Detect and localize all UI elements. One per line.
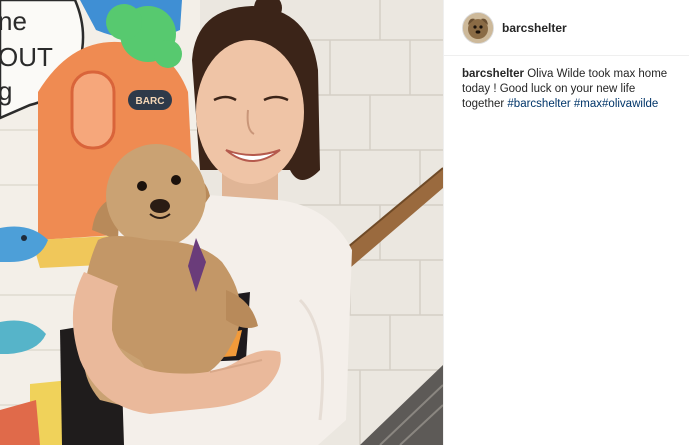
dog-eye-left [137,181,147,191]
hashtag-olivawilde[interactable]: #olivawilde [602,98,658,110]
instagram-post: ne OUT g BARC barcshelter barcshelter Ol… [0,0,689,445]
mural-text-1: ne [0,6,27,36]
post-photo[interactable]: ne OUT g BARC [0,0,443,445]
dog-head [106,144,206,248]
post-username[interactable]: barcshelter [502,21,567,35]
mural-text-3: g [0,76,12,106]
dog-nose [150,199,170,213]
post-caption: barcshelter Oliva Wilde took max home to… [444,56,689,112]
caption-username[interactable]: barcshelter [462,68,524,80]
post-header: barcshelter [444,0,689,56]
dog-eye-right [171,175,181,185]
hashtag-barcshelter[interactable]: #barcshelter [507,98,570,110]
woman-face [196,40,304,184]
mural-badge-text: BARC [136,96,165,107]
photo-illustration: ne OUT g BARC [0,0,443,445]
post-side-panel: barcshelter barcshelter Oliva Wilde took… [443,0,689,445]
mural-character-arm [70,70,116,150]
mural-text-2: OUT [0,42,53,72]
dog-avatar-icon[interactable] [462,11,494,44]
hashtag-max[interactable]: #max [574,98,602,110]
